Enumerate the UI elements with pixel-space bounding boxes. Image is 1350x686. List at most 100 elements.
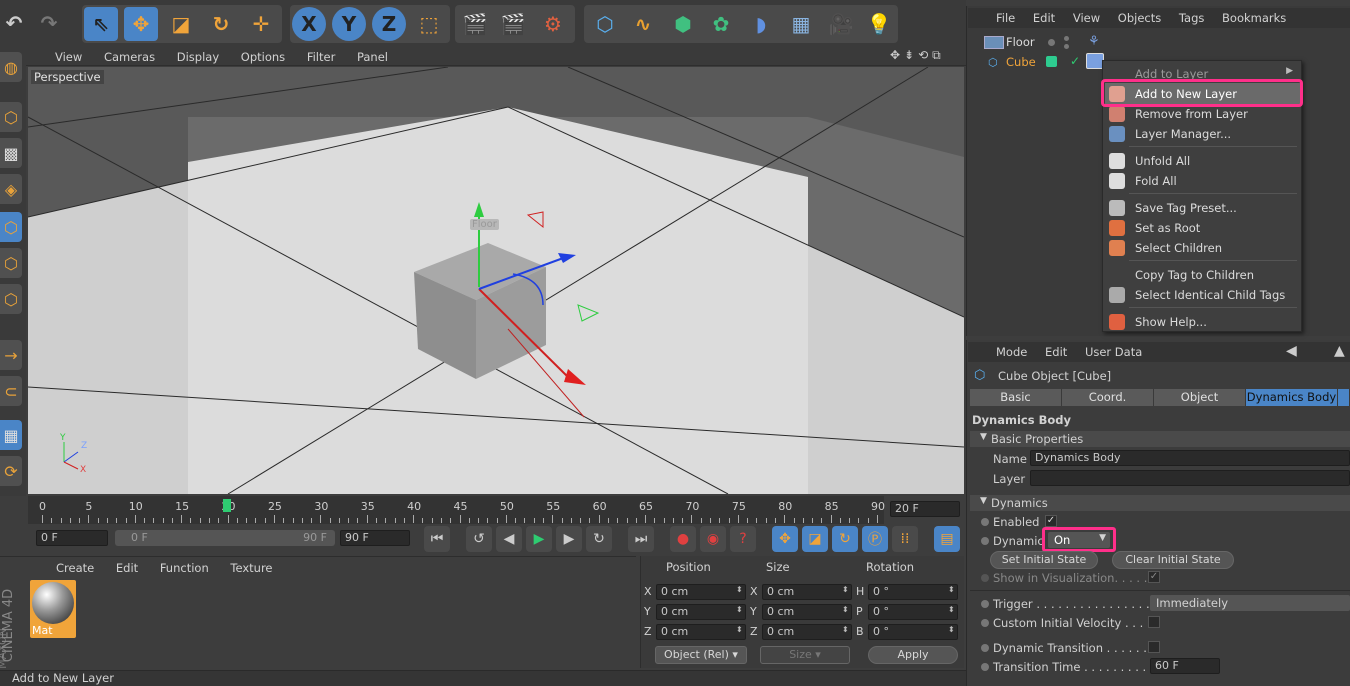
- ctx-show-help[interactable]: Show Help...: [1135, 315, 1207, 329]
- material-menu-texture[interactable]: Texture: [230, 561, 272, 575]
- polygons-mode-icon[interactable]: ⬡: [0, 284, 22, 314]
- cube-layer-color[interactable]: [1046, 56, 1057, 67]
- camera-icon[interactable]: 🎥: [824, 7, 858, 41]
- select-tool-icon[interactable]: ⇖: [84, 7, 118, 41]
- transition-time-radio[interactable]: [981, 663, 989, 671]
- autokey-icon[interactable]: ◉: [700, 526, 726, 552]
- name-field[interactable]: Dynamics Body: [1030, 450, 1350, 466]
- prev-frame-icon[interactable]: ◀: [496, 526, 522, 552]
- workplane-grid-icon[interactable]: ▦: [0, 420, 22, 450]
- viewport-menu-options[interactable]: Options: [241, 50, 285, 64]
- prev-key-icon[interactable]: ↺: [466, 526, 492, 552]
- viewport-menu-display[interactable]: Display: [177, 50, 219, 64]
- ctx-remove-from-layer[interactable]: Remove from Layer: [1135, 107, 1248, 121]
- play-icon[interactable]: ▶: [526, 526, 552, 552]
- key-position-icon[interactable]: ✥: [772, 526, 798, 552]
- coord-value-field[interactable]: 0 cm: [656, 624, 746, 640]
- array-icon[interactable]: ✿: [704, 7, 738, 41]
- enabled-check-icon[interactable]: ✓: [1070, 54, 1080, 68]
- viewport-menu-cameras[interactable]: Cameras: [104, 50, 155, 64]
- coord-value-field[interactable]: 0 cm: [762, 604, 852, 620]
- nav-up-icon[interactable]: ▲: [1334, 343, 1345, 359]
- visibility-dot-floor-3[interactable]: [1064, 44, 1069, 49]
- record-icon[interactable]: ●: [670, 526, 696, 552]
- deformer-icon[interactable]: ◗: [744, 7, 778, 41]
- custom-velocity-radio[interactable]: [981, 619, 989, 627]
- om-menu-tags[interactable]: Tags: [1179, 11, 1204, 25]
- subdivision-icon[interactable]: ⬢: [666, 7, 700, 41]
- coord-stepper-icon[interactable]: ⬍: [842, 605, 849, 614]
- tab-coord[interactable]: Coord.: [1062, 389, 1154, 406]
- am-menu-user-data[interactable]: User Data: [1085, 345, 1142, 359]
- tab-basic[interactable]: Basic: [970, 389, 1062, 406]
- lock-workplane-icon[interactable]: ⟳: [0, 456, 22, 486]
- live-select-icon[interactable]: ✛: [244, 7, 278, 41]
- material-swatch[interactable]: Mat: [30, 580, 76, 638]
- ctx-copy-tag-to-children[interactable]: Copy Tag to Children: [1135, 268, 1254, 282]
- ctx-save-tag-preset[interactable]: Save Tag Preset...: [1135, 201, 1237, 215]
- visibility-dot-floor-1[interactable]: [1048, 39, 1055, 46]
- coord-stepper-icon[interactable]: ⬍: [736, 625, 743, 634]
- dynamic-transition-checkbox[interactable]: [1148, 641, 1160, 653]
- floor-tag-icon[interactable]: ⚘: [1088, 34, 1100, 49]
- om-menu-edit[interactable]: Edit: [1033, 11, 1055, 25]
- custom-velocity-checkbox[interactable]: [1148, 616, 1160, 628]
- coord-value-field[interactable]: 0 °: [868, 584, 958, 600]
- cube-primitive-icon[interactable]: ⬡: [588, 7, 622, 41]
- ctx-layer-manager[interactable]: Layer Manager...: [1135, 127, 1231, 141]
- enabled-radio[interactable]: [981, 518, 989, 526]
- undo-icon[interactable]: ↶: [0, 6, 28, 40]
- workplane-icon[interactable]: ◈: [0, 174, 22, 204]
- visibility-dot-floor-2[interactable]: [1064, 36, 1069, 41]
- viewport-menu-panel[interactable]: Panel: [357, 50, 388, 64]
- render-settings-icon[interactable]: ⚙: [536, 7, 570, 41]
- coord-mode-dropdown[interactable]: Object (Rel) ▾: [655, 646, 747, 664]
- timeline-range-slider[interactable]: 0 F 90 F: [115, 530, 335, 546]
- viewport-nav-icons[interactable]: ✥⇟⟲⧉: [890, 48, 945, 63]
- coord-size-dropdown[interactable]: Size ▾: [760, 646, 850, 664]
- clear-initial-state-button[interactable]: Clear Initial State: [1112, 551, 1234, 569]
- material-menu-function[interactable]: Function: [160, 561, 209, 575]
- set-initial-state-button[interactable]: Set Initial State: [990, 551, 1098, 569]
- layer-field[interactable]: [1030, 470, 1350, 486]
- coord-stepper-icon[interactable]: ⬍: [948, 585, 955, 594]
- material-menu-create[interactable]: Create: [56, 561, 94, 575]
- coord-value-field[interactable]: 0 cm: [762, 624, 852, 640]
- coord-value-field[interactable]: 0 °: [868, 624, 958, 640]
- coordinate-system-icon[interactable]: ⬚: [412, 7, 446, 41]
- viewport-menu-filter[interactable]: Filter: [307, 50, 335, 64]
- om-menu-view[interactable]: View: [1073, 11, 1100, 25]
- am-menu-edit[interactable]: Edit: [1045, 345, 1067, 359]
- render-view-icon[interactable]: 🎬: [458, 7, 492, 41]
- enable-axis-icon[interactable]: →: [0, 340, 22, 370]
- ctx-select-children[interactable]: Select Children: [1135, 241, 1222, 255]
- viewport-menu-view[interactable]: View: [55, 50, 82, 64]
- viewport-3d[interactable]: Perspective Floor Y Z X: [28, 67, 964, 494]
- goto-start-icon[interactable]: ⏮: [424, 526, 450, 552]
- coord-value-field[interactable]: 0 °: [868, 604, 958, 620]
- coord-value-field[interactable]: 0 cm: [656, 584, 746, 600]
- light-icon[interactable]: 💡: [862, 7, 896, 41]
- key-pla-icon[interactable]: ⁞⁞: [892, 526, 918, 552]
- trigger-dropdown[interactable]: Immediately: [1150, 595, 1350, 611]
- redo-icon[interactable]: ↷: [32, 6, 66, 40]
- x-axis-button[interactable]: X: [292, 7, 326, 41]
- om-menu-file[interactable]: File: [996, 11, 1015, 25]
- timeline-window-icon[interactable]: ▤: [934, 526, 960, 552]
- texture-mode-icon[interactable]: ▩: [0, 138, 22, 168]
- ctx-set-as-root[interactable]: Set as Root: [1135, 221, 1200, 235]
- am-menu-mode[interactable]: Mode: [996, 345, 1027, 359]
- transition-time-field[interactable]: 60 F: [1150, 658, 1220, 674]
- enabled-checkbox[interactable]: ✓: [1045, 515, 1057, 527]
- snap-icon[interactable]: ⊂: [0, 376, 22, 406]
- timeline-end-field[interactable]: 90 F: [340, 530, 410, 546]
- coord-value-field[interactable]: 0 cm: [656, 604, 746, 620]
- z-axis-button[interactable]: Z: [372, 7, 406, 41]
- trigger-radio[interactable]: [981, 600, 989, 608]
- ctx-unfold-all[interactable]: Unfold All: [1135, 154, 1190, 168]
- coord-stepper-icon[interactable]: ⬍: [948, 625, 955, 634]
- tab-object[interactable]: Object: [1154, 389, 1246, 406]
- object-mode-icon[interactable]: ⬡: [0, 102, 22, 132]
- next-key-icon[interactable]: ↻: [586, 526, 612, 552]
- dynamic-radio[interactable]: [981, 537, 989, 545]
